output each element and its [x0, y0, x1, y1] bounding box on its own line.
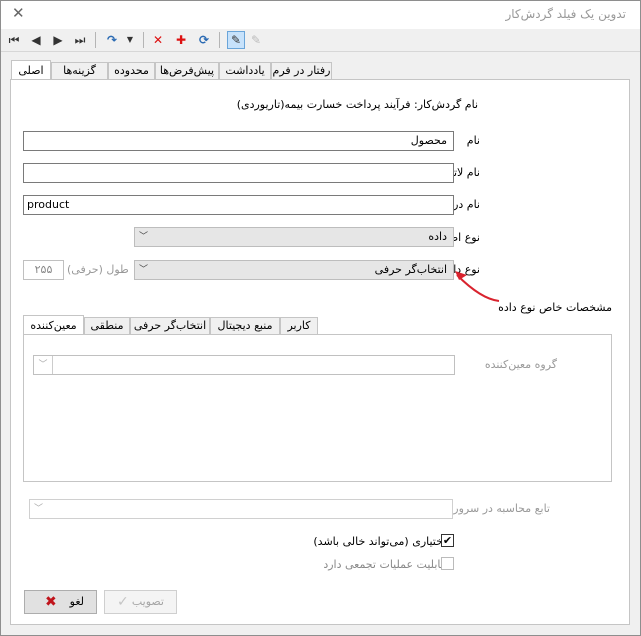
aggregate-label: قابلیت عملیات تجمعی دارد — [323, 558, 446, 571]
info-type-value: داده — [428, 230, 447, 243]
determinant-group-label: گروه معین‌کننده — [484, 358, 557, 371]
approve-button-label: تصویب — [131, 595, 164, 608]
cancel-button[interactable]: ✖ لغو — [24, 590, 97, 614]
tab-user[interactable]: کاربر — [280, 317, 318, 334]
redo-icon[interactable]: ↷ — [103, 31, 121, 49]
tab-determinant[interactable]: معین‌کننده — [23, 315, 84, 335]
optional-checkbox[interactable]: ✔ — [441, 534, 454, 547]
program-name-field[interactable]: product — [23, 195, 454, 215]
chevron-down-icon: ﹀ — [34, 504, 44, 514]
window-title: تدوین یک فیلد گردش‌کار — [505, 7, 626, 21]
length-field[interactable]: ۲۵۵ — [23, 260, 64, 280]
length-label: طول (حرفی) — [67, 263, 129, 276]
info-type-select[interactable]: داده ﹀ — [134, 227, 454, 247]
annotation-arrow-icon — [455, 271, 500, 302]
server-func-select[interactable]: ﹀ — [29, 499, 453, 519]
last-icon[interactable]: ⏭ — [71, 31, 89, 49]
annotation-text: مشخصات خاص نوع داده — [498, 301, 612, 314]
first-icon[interactable]: ⏮ — [5, 31, 23, 49]
chevron-down-icon: ﹀ — [139, 232, 149, 242]
determinant-group-select[interactable]: ﹀ — [33, 355, 455, 375]
name-field[interactable]: محصول — [23, 131, 454, 151]
tab-main[interactable]: اصلی — [11, 60, 51, 80]
dialog-window: تدوین یک فیلد گردش‌کار ✕ ⏮ ◀ ▶ ⏭ ↷ ▼ ✕ ✚… — [0, 0, 641, 636]
edit-icon[interactable]: ✎ — [227, 31, 245, 49]
close-icon[interactable]: ✕ — [12, 4, 25, 22]
refresh-icon[interactable]: ⟳ — [195, 31, 213, 49]
tab-digital-source[interactable]: منبع دیجیتال — [210, 317, 280, 334]
toolbar-separator — [143, 32, 144, 48]
tab-range[interactable]: محدوده — [108, 62, 155, 79]
dropdown-icon[interactable]: ▼ — [121, 31, 139, 49]
cancel-x-icon: ✖ — [45, 594, 57, 610]
chevron-down-icon: ﹀ — [139, 265, 149, 275]
data-type-value: انتخاب‌گر حرفی — [374, 263, 447, 276]
tab-logical[interactable]: منطقی — [84, 317, 130, 334]
tab-text-picker[interactable]: انتخاب‌گر حرفی — [130, 317, 210, 334]
data-type-select[interactable]: انتخاب‌گر حرفی ﹀ — [134, 260, 454, 280]
next-icon[interactable]: ▶ — [49, 31, 67, 49]
toolbar: ⏮ ◀ ▶ ⏭ ↷ ▼ ✕ ✚ ⟳ ✎ ✎ — [1, 29, 640, 52]
tab-notes[interactable]: یادداشت — [219, 62, 271, 79]
approve-button[interactable]: ✓ تصویب — [104, 590, 177, 614]
tab-options[interactable]: گزینه‌ها — [51, 62, 108, 79]
tab-defaults[interactable]: پیش‌فرض‌ها — [155, 62, 219, 79]
tab-form-behavior[interactable]: رفتار در فرم — [271, 62, 332, 79]
latin-name-field[interactable] — [23, 163, 454, 183]
toolbar-separator — [219, 32, 220, 48]
title-bar: تدوین یک فیلد گردش‌کار ✕ — [1, 1, 640, 29]
pen-icon[interactable]: ✎ — [247, 31, 265, 49]
check-icon: ✓ — [117, 594, 129, 610]
aggregate-checkbox[interactable] — [441, 557, 454, 570]
workflow-name-label: نام گردش‌کار: فرآیند پرداخت خسارت بیمه(ت… — [236, 98, 478, 111]
prev-icon[interactable]: ◀ — [27, 31, 45, 49]
server-func-label: تابع محاسبه در سرور — [453, 502, 550, 515]
optional-label: اختیاری (می‌تواند خالی باشد) — [313, 535, 446, 548]
add-icon[interactable]: ✚ — [172, 31, 190, 49]
toolbar-separator — [95, 32, 96, 48]
cancel-button-label: لغو — [69, 595, 84, 608]
chevron-down-icon: ﹀ — [34, 356, 53, 374]
delete-icon[interactable]: ✕ — [149, 31, 167, 49]
name-label: نام — [466, 134, 480, 147]
